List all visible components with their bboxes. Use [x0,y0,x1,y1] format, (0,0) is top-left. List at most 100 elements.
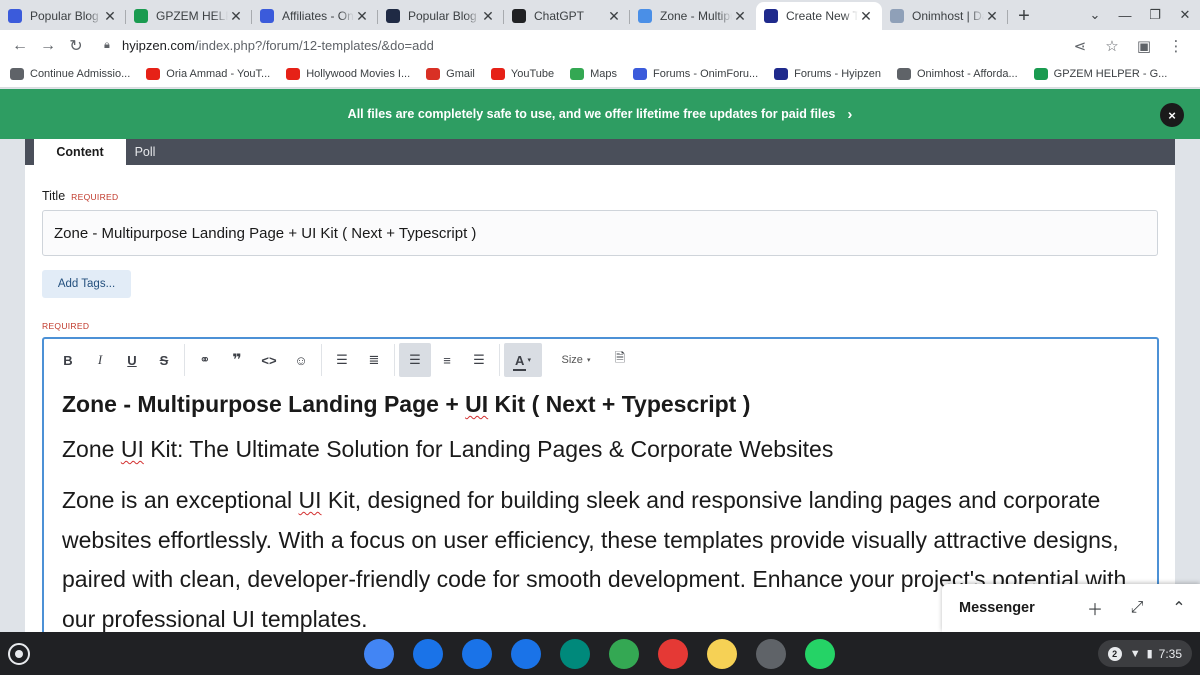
bold-icon[interactable]: B [52,343,84,377]
bookmark-item[interactable]: Forums - OnimForu... [633,68,758,80]
editor-subheading: Zone UI Kit: The Ultimate Solution for L… [62,436,1143,463]
bookmark-label: Oria Ammad - YouT... [166,68,271,80]
back-icon[interactable]: ← [6,37,34,55]
bookmark-star-icon[interactable]: ☆ [1096,37,1128,55]
expand-icon[interactable]: ⤢ [1116,599,1158,617]
browser-tab[interactable]: Create New To ✕ [756,2,882,30]
close-window-icon[interactable]: ✕ [1170,7,1200,23]
files-app-icon[interactable] [462,639,492,669]
browser-tab[interactable]: ChatGPT ✕ [504,2,630,30]
align-left-icon[interactable]: ☰ [399,343,431,377]
close-tab-icon[interactable]: ✕ [858,8,874,25]
chrome-app-icon[interactable] [364,639,394,669]
close-tab-icon[interactable]: ✕ [606,8,622,25]
italic-icon[interactable]: I [84,343,116,377]
messenger-widget[interactable]: Messenger ＋ ⤢ ⌃ [942,584,1200,632]
font-size-dropdown[interactable]: Size ▾ [548,343,604,377]
close-banner-button[interactable]: × [1160,103,1184,127]
tab-title: Popular Blog A [30,9,102,23]
close-tab-icon[interactable]: ✕ [228,8,244,25]
close-tab-icon[interactable]: ✕ [102,8,118,25]
plus-icon [134,9,148,23]
messages-app-icon[interactable] [511,639,541,669]
browser-tab[interactable]: Affiliates - Onim✕ [252,2,378,30]
notice-banner[interactable]: All files are completely safe to use, an… [0,89,1200,139]
tab-title: ChatGPT [534,9,585,23]
wifi-icon: ▼ [1129,647,1141,660]
minimize-icon[interactable]: — [1110,8,1140,23]
tab-poll[interactable]: Poll [126,139,164,165]
title-input[interactable]: Zone - Multipurpose Landing Page + UI Ki… [42,210,1158,256]
bookmark-item[interactable]: GPZEM HELPER - G... [1033,68,1167,80]
close-tab-icon[interactable]: ✕ [354,8,370,25]
close-tab-icon[interactable]: ✕ [732,8,748,25]
chevron-down-icon: ▾ [586,357,591,364]
add-tags-button[interactable]: Add Tags... [42,270,131,298]
share-icon[interactable]: ⋖ [1064,37,1096,55]
align-right-icon[interactable]: ☰ [463,343,495,377]
bookmark-item[interactable]: Maps [570,68,617,80]
bookmark-item[interactable]: Oria Ammad - YouT... [146,68,270,80]
more-menu-icon[interactable]: ⋮ [1160,37,1192,55]
chevron-up-icon[interactable]: ⌃ [1158,598,1200,618]
new-tab-button[interactable]: + [1008,2,1040,30]
app-red-app-icon[interactable] [658,639,688,669]
keep-app-icon[interactable] [707,639,737,669]
bookmark-item[interactable]: Onimhost - Afforda... [896,68,1018,80]
play-store-app-icon[interactable] [609,639,639,669]
new-message-icon[interactable]: ＋ [1074,596,1116,620]
lock-icon[interactable]: 🔒︎ [104,39,122,52]
bookmark-item[interactable]: Gmail [426,68,475,80]
browser-tab[interactable]: Popular Blog A ✕ [378,2,504,30]
bookmark-item[interactable]: YouTube [490,68,555,80]
address-bar[interactable]: 🔒︎ hyipzen.com/index.php?/forum/12-templ… [96,32,1076,59]
launcher-icon[interactable] [8,643,30,665]
underline-icon[interactable]: U [116,343,148,377]
bookmark-favicon-icon [774,68,789,80]
reload-icon[interactable]: ↻ [62,36,90,56]
browser-tab[interactable]: Onimhost | Da ✕ [882,2,1008,30]
browser-tab[interactable]: Zone - Multipu ✕ [630,2,756,30]
numbered-list-icon[interactable]: ≣ [358,343,390,377]
meet-app-icon[interactable] [560,639,590,669]
bookmark-favicon-icon [1033,68,1048,80]
browser-tab[interactable]: GPZEM HELPE✕ [126,2,252,30]
bullet-list-icon[interactable]: ☰ [326,343,358,377]
form-tabs: Content Poll [25,139,1175,165]
window-controls: ⌄ — ❐ ✕ [1080,0,1200,30]
calendar-app-icon[interactable] [413,639,443,669]
strikethrough-icon[interactable]: S [148,343,180,377]
bookmark-label: Continue Admissio... [30,68,131,80]
bookmark-item[interactable]: Continue Admissio... [10,68,130,80]
bookmark-favicon-icon [146,68,161,80]
restore-icon[interactable]: ❐ [1140,7,1170,23]
browser-tab[interactable]: Popular Blog A ✕ [0,2,126,30]
code-icon[interactable]: <> [253,343,285,377]
title-label-text: Title [42,189,66,203]
preview-icon[interactable]: 🗎︎ [604,343,636,377]
emoji-icon[interactable]: ☺ [285,343,317,377]
url-path: /index.php?/forum/12-templates/&do=add [194,38,434,53]
title-label: Title REQUIRED [42,189,118,203]
tab-title: GPZEM HELPE [156,9,228,23]
whatsapp-app-icon[interactable] [805,639,835,669]
align-center-icon[interactable]: ≡ [431,343,463,377]
forward-icon[interactable]: → [34,37,62,55]
bookmark-label: YouTube [510,68,555,80]
bookmark-item[interactable]: Forums - Hyipzen [774,68,881,80]
banner-text: All files are completely safe to use, an… [347,107,836,121]
tab-search-icon[interactable]: ⌄ [1080,7,1110,23]
settings-app-icon[interactable] [756,639,786,669]
tab-content[interactable]: Content [34,139,126,165]
text-color-icon[interactable]: A ▾ [504,343,542,377]
bookmark-label: Onimhost - Afforda... [916,68,1018,80]
link-icon[interactable]: ⚭ [189,343,221,377]
close-tab-icon[interactable]: ✕ [480,8,496,25]
close-tab-icon[interactable]: ✕ [984,8,1000,25]
quote-icon[interactable]: ❞ [221,343,253,377]
side-panel-icon[interactable]: ▣ [1128,37,1160,55]
bookmark-item[interactable]: Hollywood Movies I... [286,68,410,80]
toolbar-divider [321,344,322,376]
size-label: Size [561,354,583,366]
status-tray[interactable]: 2 ▼ ▮ 7:35 [1097,640,1192,667]
